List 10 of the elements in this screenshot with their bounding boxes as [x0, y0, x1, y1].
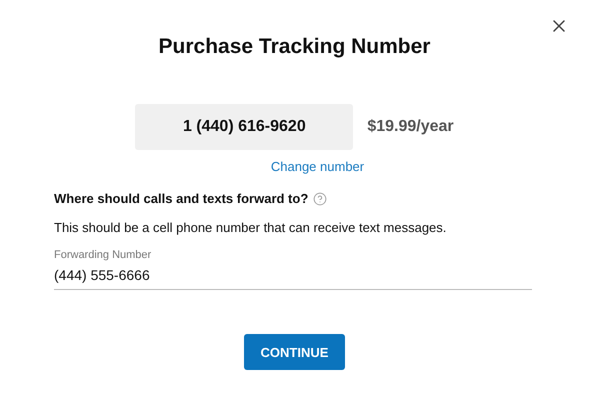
continue-button[interactable]: CONTINUE	[244, 334, 345, 370]
dialog-title: Purchase Tracking Number	[158, 34, 430, 60]
price: $19.99/year	[367, 118, 454, 136]
tracking-number: 1 (440) 616-9620	[135, 104, 354, 150]
change-number-link[interactable]: Change number	[270, 159, 364, 174]
forwarding-number-field[interactable]: (444) 555-6666	[54, 267, 532, 290]
forward-question: Where should calls and texts forward to?	[54, 191, 308, 206]
field-label: Forwarding Number	[54, 249, 152, 261]
help-icon[interactable]	[313, 192, 328, 206]
description: This should be a cell phone number that can receive text messages.	[54, 220, 448, 235]
